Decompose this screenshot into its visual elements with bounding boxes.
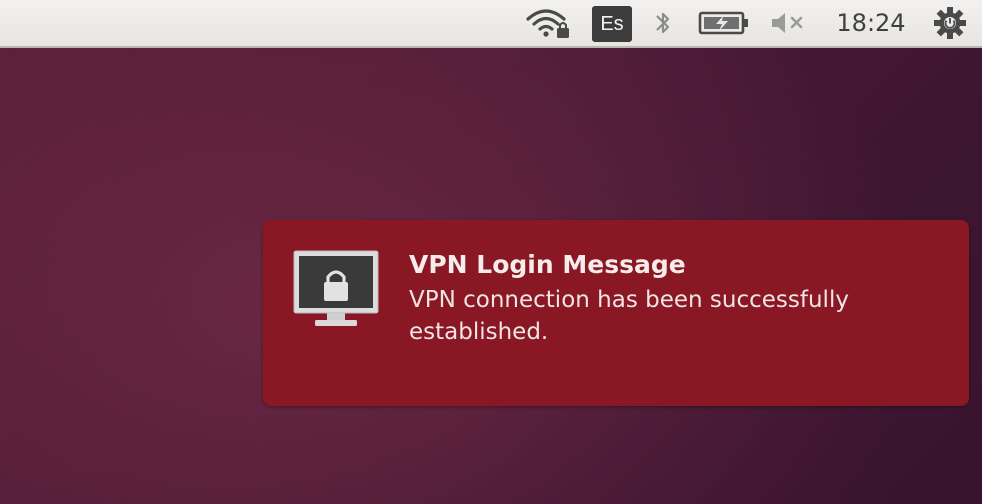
gear-power-icon xyxy=(934,7,966,39)
bluetooth-indicator[interactable] xyxy=(650,0,676,46)
clock-time: 18:24 xyxy=(836,9,906,37)
keyboard-layout-label: Es xyxy=(600,12,624,35)
notification-title: VPN Login Message xyxy=(409,250,686,279)
keyboard-layout-indicator[interactable]: Es xyxy=(592,6,632,42)
session-menu-button[interactable] xyxy=(930,0,970,46)
top-panel: Es 18:24 xyxy=(0,0,982,48)
wifi-indicator[interactable] xyxy=(524,0,572,46)
vpn-lock-monitor-icon xyxy=(293,250,379,326)
clock[interactable]: 18:24 xyxy=(828,0,914,46)
bluetooth-icon xyxy=(656,12,670,34)
notification-body: VPN connection has been successfully est… xyxy=(409,287,849,345)
volume-muted-icon xyxy=(772,13,803,33)
battery-charging-icon xyxy=(698,11,748,35)
battery-indicator[interactable] xyxy=(696,0,752,46)
vpn-notification-bubble: VPN Login Message VPN connection has bee… xyxy=(263,220,969,406)
wifi-lock-icon xyxy=(526,9,569,38)
volume-indicator[interactable] xyxy=(766,0,810,46)
